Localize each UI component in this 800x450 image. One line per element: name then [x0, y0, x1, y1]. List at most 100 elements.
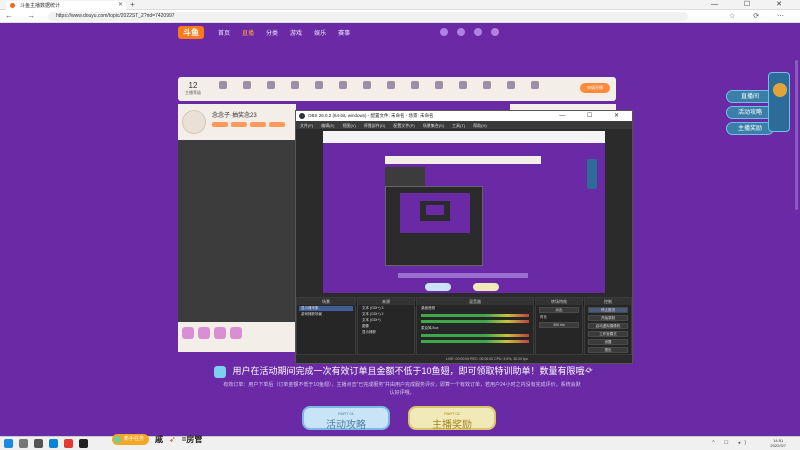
audio-meter: [421, 334, 529, 337]
gift-icon[interactable]: [182, 327, 194, 339]
clock-date: 2022/3/7: [770, 443, 786, 448]
window-controls[interactable]: — ☐ ✕: [711, 0, 794, 8]
close-tab-icon[interactable]: ✕: [118, 1, 123, 8]
task-pill[interactable]: 新手任务: [112, 433, 150, 445]
refresh-icon[interactable]: ⟳: [586, 366, 593, 375]
mixer-header: 混音器: [417, 298, 533, 305]
browser-tab[interactable]: 斗鱼主播数据统计 ✕: [6, 1, 126, 10]
stat-item[interactable]: [380, 81, 402, 91]
message-icon[interactable]: [474, 28, 482, 36]
streamer-avatar[interactable]: [182, 110, 206, 134]
menu-tools[interactable]: 工具(T): [452, 123, 465, 128]
history-icon[interactable]: [440, 28, 448, 36]
nav-item-category[interactable]: 分类: [266, 28, 278, 37]
stat-icon: [291, 81, 299, 89]
obs-preview[interactable]: [323, 131, 605, 307]
menu-docks[interactable]: 停靠部件(D): [364, 123, 386, 128]
stat-item[interactable]: [236, 81, 258, 91]
menu-help[interactable]: 帮助(H): [473, 123, 487, 128]
start-recording-button[interactable]: 开始录制: [588, 315, 628, 321]
task-view-icon[interactable]: [34, 439, 43, 448]
follow-icon[interactable]: [457, 28, 465, 36]
obs-statusbar: LIVE: 00:00:00 REC: 00:00:00 CPU: 3.5%, …: [296, 355, 632, 363]
side-button-rewards[interactable]: 主播奖励: [726, 122, 774, 135]
source-item[interactable]: 文本 (GDI+): [360, 318, 412, 323]
app-icon[interactable]: [64, 439, 73, 448]
nav-item-games[interactable]: 游戏: [290, 28, 302, 37]
stat-item[interactable]: [524, 81, 546, 91]
source-item[interactable]: 文本 (GDI+) 3: [360, 306, 412, 311]
stat-item[interactable]: [308, 81, 330, 91]
menu-profile[interactable]: 配置文件(P): [393, 123, 414, 128]
volume-slider[interactable]: [421, 320, 529, 323]
gift-icon[interactable]: [214, 327, 226, 339]
source-item[interactable]: 文本 (GDI+) 2: [360, 312, 412, 317]
user-avatar-icon[interactable]: [491, 28, 499, 36]
clock[interactable]: 14:51 2022/3/7: [770, 438, 786, 448]
system-tray[interactable]: ^ ☐ ◂): [712, 440, 750, 446]
menu-file[interactable]: 文件(F): [300, 123, 313, 128]
preview-button: [425, 283, 451, 291]
event-headline-text: 用户在活动期间完成一次有效订单且金额不低于10鱼翅，即可领取特训助单！数量有限哦…: [232, 366, 590, 376]
stat-item[interactable]: [260, 81, 282, 91]
duration-label: 时长: [540, 315, 547, 319]
streamer-stats-bar: 12 主播等级 申请开播: [178, 77, 616, 101]
scenes-header: 场景: [297, 298, 355, 305]
stat-item[interactable]: [404, 81, 426, 91]
edge-icon[interactable]: [49, 439, 58, 448]
sources-dock: 来源 文本 (GDI+) 3 文本 (GDI+) 2 文本 (GDI+) 图像 …: [357, 297, 415, 355]
nav-item-events[interactable]: 赛事: [338, 28, 350, 37]
gift-icon[interactable]: [230, 327, 242, 339]
virtual-camera-button[interactable]: 启动虚拟摄像机: [588, 323, 628, 329]
nav-item-home[interactable]: 首页: [218, 28, 230, 37]
settings-button[interactable]: 设置: [588, 339, 628, 345]
stop-stream-button[interactable]: 停止推流: [588, 307, 628, 313]
stat-item[interactable]: [284, 81, 306, 91]
stat-item[interactable]: [476, 81, 498, 91]
overlay-text-1: 戚: [155, 434, 164, 444]
sources-header: 来源: [358, 298, 414, 305]
scene-item[interactable]: 显示器采集: [299, 306, 353, 311]
stat-item[interactable]: [332, 81, 354, 91]
scene-item[interactable]: 游戏捕获场景: [299, 312, 353, 317]
nav-item-live[interactable]: 直播: [242, 28, 254, 37]
obs-window-controls[interactable]: — ☐ ✕: [559, 112, 629, 119]
side-button-live-room[interactable]: 直播间: [726, 90, 774, 103]
page-scrollbar[interactable]: [795, 60, 798, 210]
gift-icon[interactable]: [198, 327, 210, 339]
menu-scene-collection[interactable]: 场景集合(S): [423, 123, 444, 128]
side-button-event-guide[interactable]: 活动攻略: [726, 106, 774, 119]
stat-icon: [243, 81, 251, 89]
stat-item[interactable]: [428, 81, 450, 91]
stat-item[interactable]: [500, 81, 522, 91]
stat-item[interactable]: [212, 81, 234, 91]
start-stream-button[interactable]: 申请开播: [580, 83, 610, 93]
duration-input[interactable]: 300 ms: [539, 322, 579, 328]
streamer-card: 念念子·抽奖念23: [178, 104, 296, 140]
scenes-dock: 场景 显示器采集 游戏捕获场景: [296, 297, 356, 355]
stat-item[interactable]: [452, 81, 474, 91]
button-label: 活动攻略: [326, 420, 366, 431]
menu-edit[interactable]: 编辑(E): [321, 123, 334, 128]
site-logo[interactable]: 斗鱼: [178, 26, 204, 39]
search-icon[interactable]: [19, 439, 28, 448]
obs-app-icon[interactable]: [79, 439, 88, 448]
stat-item[interactable]: [356, 81, 378, 91]
speaker-icon: [214, 365, 226, 378]
source-item[interactable]: 图像: [360, 324, 412, 329]
browser-toolbar-icons[interactable]: ☆ ⟳ ⋯: [729, 12, 792, 20]
new-tab-button[interactable]: +: [130, 0, 135, 9]
url-field[interactable]: https://www.douyu.com/topic/2022ST_2?rid…: [48, 12, 688, 21]
nav-item-entertainment[interactable]: 娱乐: [314, 28, 326, 37]
exit-button[interactable]: 退出: [588, 347, 628, 353]
streamer-reward-button[interactable]: PART 02 主播奖励: [408, 406, 496, 431]
floating-badge-icon[interactable]: [768, 72, 790, 132]
source-item[interactable]: 显示捕获: [360, 330, 412, 335]
controls-dock: 控制 停止推流 开始录制 启动虚拟摄像机 工作室模式 设置 退出: [584, 297, 632, 355]
volume-slider[interactable]: [421, 340, 529, 343]
start-icon[interactable]: [4, 439, 13, 448]
studio-mode-button[interactable]: 工作室模式: [588, 331, 628, 337]
transition-select[interactable]: 淡出: [539, 307, 579, 313]
event-guide-button[interactable]: PART 01 活动攻略: [302, 406, 390, 431]
menu-view[interactable]: 视图(V): [342, 123, 355, 128]
